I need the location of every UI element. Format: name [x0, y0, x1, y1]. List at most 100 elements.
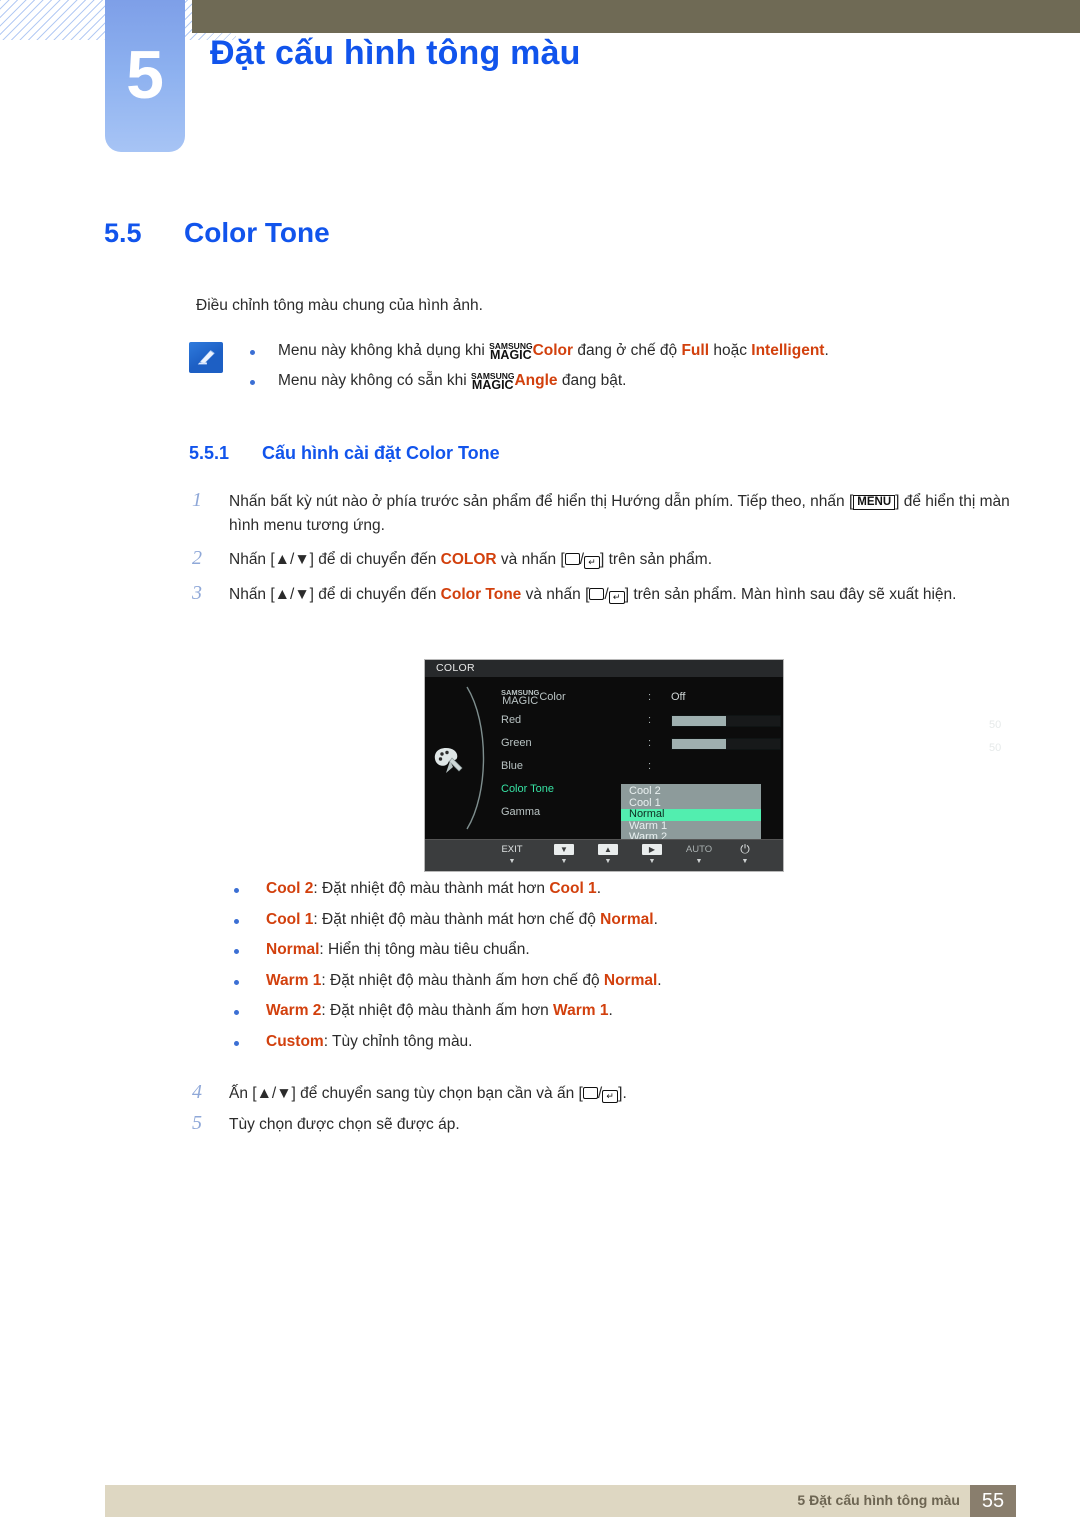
step-part1: Nhấn [▲/▼] để di chuyển đến: [229, 551, 441, 569]
note-item-bold1: Full: [681, 342, 710, 359]
step-text: Ấn [▲/▼] để chuyển sang tùy chọn bạn cần…: [229, 1085, 627, 1103]
osd-right-glyph: ▶: [642, 844, 662, 855]
step-part1: Nhấn [▲/▼] để di chuyển đến: [229, 585, 441, 603]
osd-auto-label: AUTO: [685, 844, 713, 855]
note-item-post: .: [824, 342, 829, 359]
osd-row-red[interactable]: Red: [501, 709, 641, 732]
note-item-mid: đang ở chế độ: [573, 342, 682, 359]
slider-track: [671, 737, 781, 750]
step-number: 3: [192, 581, 202, 604]
option-text: Đặt nhiệt độ màu thành ấm hơn: [330, 1002, 554, 1019]
osd-arc-decoration: [466, 686, 485, 830]
option-end: .: [653, 910, 658, 928]
osd-up-button[interactable]: ▲ ▼: [588, 844, 628, 866]
osd-red-slider[interactable]: 50: [671, 709, 1001, 732]
note-pencil-icon: [189, 342, 223, 373]
option-item: Cool 2: Đặt nhiệt độ màu thành mát hơn C…: [228, 880, 968, 898]
osd-up-caret: ▼: [604, 858, 612, 865]
step-number: 4: [192, 1081, 202, 1103]
step-item: 3 Nhấn [▲/▼] để di chuyển đến Color Tone…: [192, 581, 1012, 607]
osd-right-button[interactable]: ▶ ▼: [632, 844, 672, 866]
slider-fill: [672, 738, 726, 749]
option-sep: :: [313, 910, 322, 928]
step-part2: và nhấn [: [496, 551, 565, 569]
osd-red-value: 50: [989, 719, 1002, 731]
osd-down-glyph: ▼: [554, 844, 574, 855]
dropdown-item-cool2[interactable]: Cool 2: [621, 785, 761, 798]
option-name: Warm 1: [266, 971, 322, 989]
option-end: .: [608, 1002, 613, 1019]
osd-colon: :: [648, 691, 652, 703]
option-sep: :: [323, 1032, 333, 1050]
osd-samsung-magic-logo: SAMSUNG MAGIC: [501, 689, 539, 707]
note-item-magic-suffix: Color: [532, 342, 574, 359]
note-item-mid: đang bật.: [557, 371, 627, 389]
section-number: 5.5: [104, 218, 142, 248]
color-tone-options-list: Cool 2: Đặt nhiệt độ màu thành mát hơn C…: [228, 880, 968, 1063]
option-name: Custom: [266, 1032, 324, 1050]
osd-power-caret: ▼: [741, 858, 749, 865]
osd-label-column: SAMSUNG MAGIC Color Red Green Blue Color…: [501, 686, 641, 824]
option-name: Cool 2: [266, 880, 314, 897]
osd-row-color-tone[interactable]: Color Tone: [501, 778, 641, 801]
option-sep: :: [319, 941, 329, 958]
menu-key: MENU: [853, 495, 896, 510]
osd-green-slider[interactable]: 50: [671, 732, 1001, 755]
option-item: Normal: Hiển thị tông màu tiêu chuẩn.: [228, 941, 968, 959]
osd-auto-button[interactable]: AUTO ▼: [674, 844, 724, 866]
magic-big: MAGIC: [490, 348, 532, 362]
osd-row-magiccolor[interactable]: SAMSUNG MAGIC Color: [501, 686, 641, 709]
osd-value-column: Off 50 50: [671, 686, 1001, 755]
steps-list: 1 Nhấn bất kỳ nút nào ở phía trước sản p…: [192, 489, 1012, 617]
option-sep: :: [321, 1002, 331, 1019]
power-icon: ⏻: [740, 842, 750, 856]
subsection-title: Cấu hình cài đặt Color Tone: [262, 443, 500, 463]
osd-colon: :: [648, 737, 652, 749]
dropdown-item-normal[interactable]: Normal: [621, 808, 761, 821]
step-item: 5 Tùy chọn được chọn sẽ được áp.: [192, 1111, 1012, 1137]
osd-colon: :: [648, 714, 652, 726]
step-part1: Ấn [▲/▼] để chuyển sang tùy chọn bạn cần…: [229, 1085, 583, 1102]
slider-fill: [672, 715, 726, 726]
step-highlight: Color Tone: [440, 585, 522, 603]
option-name: Normal: [266, 941, 320, 958]
option-text: Đặt nhiệt độ màu thành mát hơn chế độ: [322, 910, 601, 928]
option-end: .: [596, 880, 601, 897]
note-item: Menu này không khả dụng khi SAMSUNG MAGIC…: [246, 341, 946, 362]
palette-icon: [434, 748, 463, 773]
option-item: Custom: Tùy chỉnh tông màu.: [228, 1033, 968, 1051]
osd-row-green[interactable]: Green: [501, 732, 641, 755]
osd-magic-big: MAGIC: [502, 695, 539, 707]
option-item: Warm 2: Đặt nhiệt độ màu thành ấm hơn Wa…: [228, 1002, 968, 1020]
osd-row-blue[interactable]: Blue: [501, 755, 641, 778]
step-number: 1: [192, 489, 202, 511]
step-text: Nhấn bất kỳ nút nào ở phía trước sản phẩ…: [229, 493, 1010, 534]
step-part3: ] trên sản phẩm. Màn hình sau đây sẽ xuấ…: [624, 585, 957, 603]
osd-up-glyph: ▲: [598, 844, 618, 855]
option-item: Cool 1: Đặt nhiệt độ màu thành mát hơn c…: [228, 911, 968, 929]
enter-key-icon: ↵: [602, 1090, 619, 1103]
samsung-magic-logo: SAMSUNG MAGIC: [471, 372, 514, 392]
footer-page-number: 55: [970, 1485, 1016, 1517]
osd-exit-caret: ▼: [508, 858, 516, 865]
osd-down-button[interactable]: ▼ ▼: [544, 844, 584, 866]
chapter-title: Đặt cấu hình tông màu: [210, 34, 581, 72]
option-end: .: [657, 971, 662, 989]
option-item: Warm 1: Đặt nhiệt độ màu thành ấm hơn ch…: [228, 972, 968, 990]
osd-row-gamma[interactable]: Gamma: [501, 801, 641, 824]
section-title: Color Tone: [184, 217, 330, 248]
slider-track: [671, 714, 781, 727]
step-number: 5: [192, 1111, 202, 1134]
option-sep: :: [313, 880, 322, 897]
steps-after-list: 4 Ấn [▲/▼] để chuyển sang tùy chọn bạn c…: [192, 1081, 1012, 1143]
magic-big: MAGIC: [471, 377, 514, 392]
osd-title-bar: COLOR: [425, 660, 783, 677]
option-text: Tùy chỉnh tông màu.: [332, 1032, 473, 1050]
pencil-glyph: [197, 350, 215, 365]
osd-power-button[interactable]: ⏻ ▼: [725, 842, 765, 866]
osd-exit-button[interactable]: EXIT ▼: [487, 844, 537, 866]
step-part2: và nhấn [: [521, 585, 590, 603]
note-item: Menu này không có sẵn khi SAMSUNG MAGIC An…: [246, 371, 946, 392]
note-list: Menu này không khả dụng khi SAMSUNG MAGIC…: [246, 341, 946, 401]
osd-green-value: 50: [989, 742, 1002, 754]
